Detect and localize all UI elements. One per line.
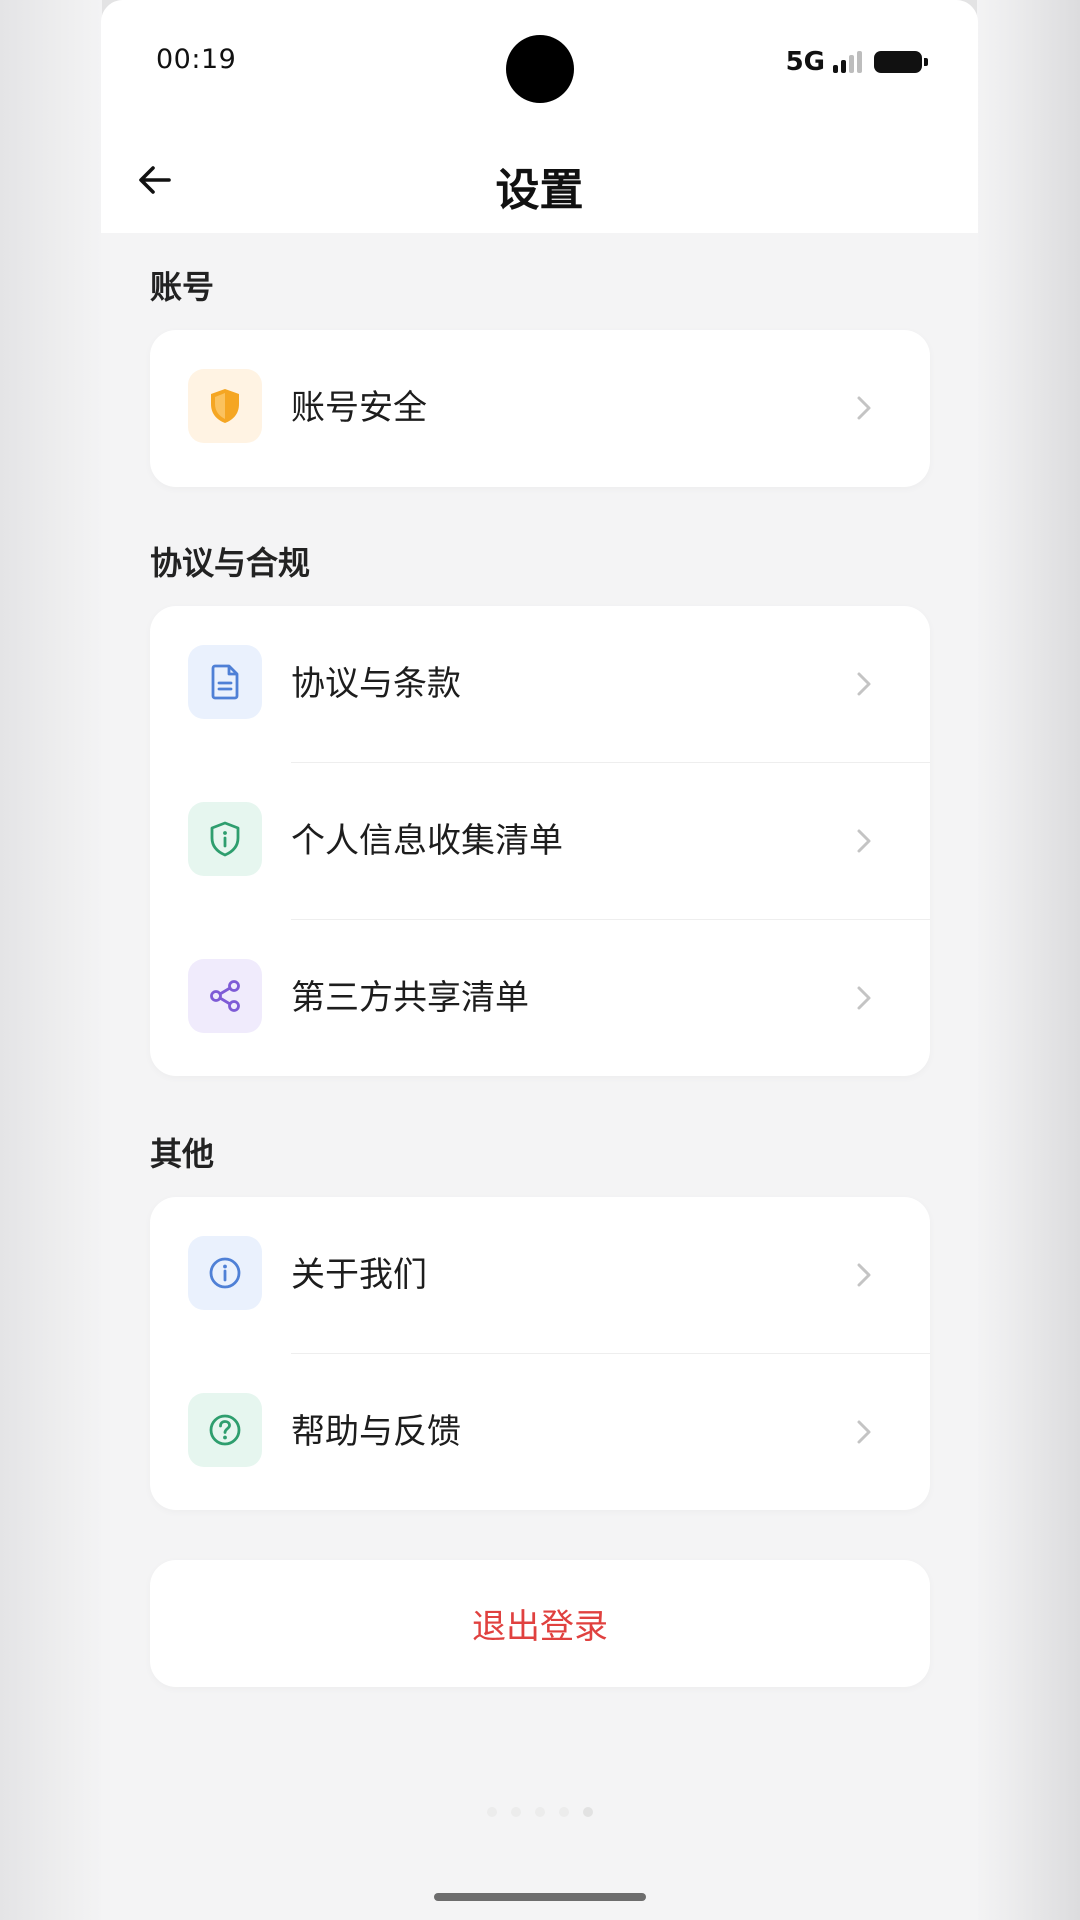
row-label: 帮助与反馈 [291,1412,461,1452]
row-label: 第三方共享清单 [291,978,529,1018]
row-label: 关于我们 [291,1255,427,1295]
chevron-right-icon [848,1416,880,1448]
section-title-compliance: 协议与合规 [150,544,311,582]
settings-row-personal-info[interactable]: 个人信息收集清单 [150,763,930,920]
chevron-right-icon [848,825,880,857]
background-right [977,0,1080,1920]
battery-icon [874,51,928,73]
background-left [0,0,102,1920]
chevron-right-icon [848,392,880,424]
settings-row-help[interactable]: 帮助与反馈 [150,1354,930,1511]
help-icon [188,1393,262,1467]
logout-button[interactable]: 退出登录 [150,1560,930,1687]
settings-row-third-party[interactable]: 第三方共享清单 [150,920,930,1077]
shield-icon [188,369,262,443]
phone-screen: 00:19 5G 设置 账号 账号安全 协议与合规 协议与条款 个人信息收集清单… [101,0,978,1920]
info-shield-icon [188,802,262,876]
row-label: 协议与条款 [291,664,461,704]
section-title-account: 账号 [150,268,215,306]
signal-icon [833,51,862,73]
logout-label: 退出登录 [472,1607,608,1647]
other-card: 关于我们 帮助与反馈 [150,1197,930,1510]
settings-row-account-security[interactable]: 账号安全 [150,330,930,487]
status-icons: 5G [785,44,928,80]
account-card: 账号安全 [150,330,930,487]
page-dot [534,1807,545,1817]
document-icon [188,645,262,719]
home-indicator[interactable] [434,1893,646,1901]
page-dot [510,1807,521,1817]
page-indicator [101,1807,978,1817]
compliance-card: 协议与条款 个人信息收集清单 第三方共享清单 [150,606,930,1076]
front-camera [506,35,574,103]
status-time: 00:19 [156,44,237,75]
chevron-right-icon [848,1259,880,1291]
page-title: 设置 [495,165,584,216]
page-dot [486,1807,497,1817]
page-dot-active [582,1807,593,1817]
row-label: 账号安全 [291,388,427,428]
network-label: 5G [785,47,825,77]
share-icon [188,959,262,1033]
top-bar: 00:19 5G 设置 [101,0,978,233]
info-icon [188,1236,262,1310]
section-title-other: 其他 [150,1135,215,1173]
row-label: 个人信息收集清单 [291,821,563,861]
chevron-right-icon [848,982,880,1014]
settings-row-about[interactable]: 关于我们 [150,1197,930,1354]
page-dot [558,1807,569,1817]
settings-row-terms[interactable]: 协议与条款 [150,606,930,763]
chevron-right-icon [848,668,880,700]
